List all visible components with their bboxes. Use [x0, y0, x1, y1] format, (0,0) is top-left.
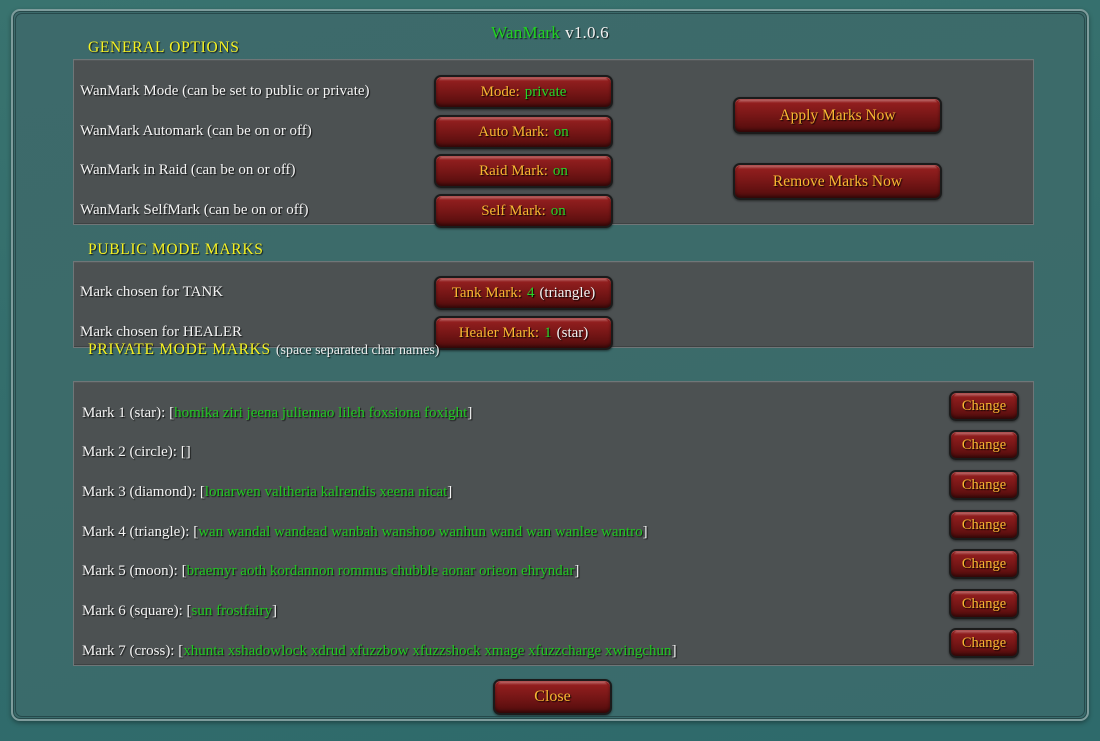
section-heading-public-mode-marks: PUBLIC MODE MARKS [88, 241, 264, 258]
general-option-label-mode: WanMark Mode (can be set to public or pr… [80, 83, 370, 99]
selfmark-button-value: on [550, 202, 566, 219]
mark-6-label: Mark 6 (square): [82, 603, 183, 619]
mark-row: Mark 5 (moon): [braemyr aoth kordannon r… [82, 563, 579, 580]
automark-button-value: on [553, 123, 569, 140]
mark-2-label: Mark 2 (circle): [82, 444, 177, 460]
healer-mark-value: 1 [544, 324, 552, 341]
mark-row: Mark 3 (diamond): [lonarwen valtheria ka… [82, 484, 452, 501]
app-name: WanMark [491, 23, 561, 42]
remove-marks-label: Remove Marks Now [772, 172, 903, 190]
change-label: Change [961, 516, 1007, 533]
change-button-mark-7[interactable]: Change [949, 628, 1019, 658]
close-button[interactable]: Close [493, 679, 612, 715]
mark-7-label: Mark 7 (cross): [82, 643, 175, 659]
raidmark-button-prefix: Raid Mark: [479, 162, 548, 179]
healer-mark-suffix: (star) [556, 324, 589, 341]
mark-4-bracket-close: ] [642, 524, 648, 540]
close-label: Close [534, 688, 571, 705]
mark-6-bracket-close: ] [271, 603, 277, 619]
raidmark-toggle-button[interactable]: Raid Mark: on [434, 154, 613, 188]
mode-button-prefix: Mode: [480, 83, 520, 100]
healer-mark-button[interactable]: Healer Mark: 1 (star) [434, 316, 613, 350]
mode-toggle-button[interactable]: Mode: private [434, 75, 613, 109]
addon-window: WanMark v1.0.6 GENERAL OPTIONS WanMark Mo… [11, 9, 1089, 721]
app-version: v1.0.6 [565, 23, 609, 42]
mark-7-bracket-close: ] [671, 643, 677, 659]
mark-row: Mark 6 (square): [sun frostfairy] [82, 603, 277, 620]
automark-button-prefix: Auto Mark: [478, 123, 549, 140]
mark-1-label: Mark 1 (star): [82, 405, 166, 421]
private-mode-marks-panel: Mark 1 (star): [homika ziri jeena juliem… [73, 381, 1034, 666]
change-button-mark-6[interactable]: Change [949, 589, 1019, 619]
mark-1-names: homika ziri jeena juliemao lileh foxsion… [174, 405, 468, 421]
mark-row: Mark 7 (cross): [xhunta xshadowlock xdru… [82, 643, 677, 660]
mark-row: Mark 2 (circle): [] [82, 444, 191, 461]
change-label: Change [961, 476, 1007, 493]
mark-row: Mark 1 (star): [homika ziri jeena juliem… [82, 405, 472, 422]
public-mark-label-healer: Mark chosen for HEALER [80, 324, 243, 340]
private-mode-marks-note: (space separated char names) [275, 343, 440, 358]
change-label: Change [961, 397, 1007, 414]
mark-row: Mark 4 (triangle): [wan wandal wandead w… [82, 524, 648, 541]
tank-mark-value: 4 [526, 284, 535, 301]
section-heading-private-mode-marks: PRIVATE MODE MARKS (space separated char … [88, 341, 440, 358]
change-label: Change [961, 555, 1007, 572]
mark-6-names: sun frostfairy [191, 603, 272, 619]
general-option-label-selfmark: WanMark SelfMark (can be on or off) [80, 202, 309, 218]
general-option-label-automark: WanMark Automark (can be on or off) [80, 123, 312, 139]
general-option-label-raid: WanMark in Raid (can be on or off) [80, 162, 296, 178]
mark-5-names: braemyr aoth kordannon rommus chubble ao… [186, 563, 575, 579]
mark-3-names: lonarwen valtheria kalrendis xeena nicat [204, 484, 448, 500]
change-button-mark-1[interactable]: Change [949, 391, 1019, 421]
mark-4-label: Mark 4 (triangle): [82, 524, 190, 540]
selfmark-button-prefix: Self Mark: [481, 202, 546, 219]
mark-5-bracket-close: ] [574, 563, 580, 579]
mark-3-label: Mark 3 (diamond): [82, 484, 197, 500]
change-label: Change [961, 595, 1007, 612]
tank-mark-prefix: Tank Mark: [451, 284, 522, 301]
automark-toggle-button[interactable]: Auto Mark: on [434, 115, 613, 149]
tank-mark-suffix: (triangle) [539, 284, 596, 301]
remove-marks-button[interactable]: Remove Marks Now [733, 163, 942, 200]
mode-button-value: private [524, 83, 567, 100]
mark-3-bracket-close: ] [447, 484, 453, 500]
apply-marks-label: Apply Marks Now [779, 106, 896, 124]
mark-1-bracket-close: ] [467, 405, 473, 421]
change-button-mark-2[interactable]: Change [949, 430, 1019, 460]
mark-4-names: wan wandal wandead wanbah wanshoo wanhun… [198, 524, 643, 540]
selfmark-toggle-button[interactable]: Self Mark: on [434, 194, 613, 228]
raidmark-button-value: on [552, 162, 568, 179]
mark-5-label: Mark 5 (moon): [82, 563, 178, 579]
mark-2-bracket-close: ] [185, 444, 191, 460]
mark-7-names: xhunta xshadowlock xdrud xfuzzbow xfuzzs… [183, 643, 672, 659]
change-button-mark-5[interactable]: Change [949, 549, 1019, 579]
change-label: Change [961, 436, 1007, 453]
change-label: Change [961, 634, 1007, 651]
change-button-mark-4[interactable]: Change [949, 510, 1019, 540]
tank-mark-button[interactable]: Tank Mark: 4 (triangle) [434, 276, 613, 310]
apply-marks-button[interactable]: Apply Marks Now [733, 97, 942, 134]
healer-mark-prefix: Healer Mark: [458, 324, 540, 341]
public-mark-label-tank: Mark chosen for TANK [80, 284, 224, 300]
window-title: WanMark v1.0.6 [13, 23, 1087, 43]
change-button-mark-3[interactable]: Change [949, 470, 1019, 500]
